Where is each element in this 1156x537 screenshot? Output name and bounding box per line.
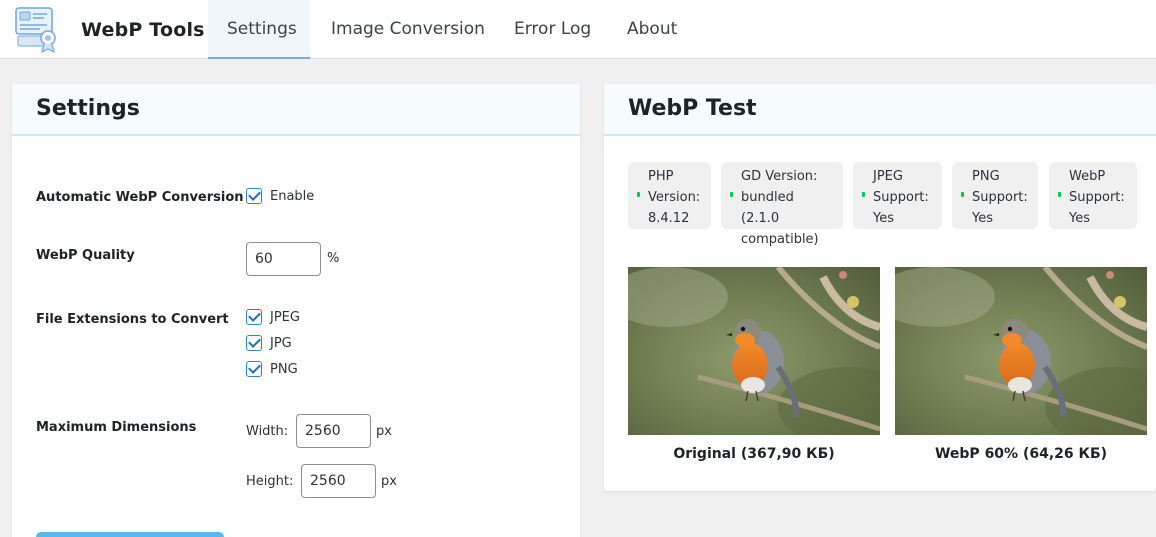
chip-line: 8.4.12 xyxy=(648,211,690,226)
max-width-input[interactable]: 2560 xyxy=(296,414,371,448)
checkbox-label: PNG xyxy=(270,361,298,377)
height-unit: px xyxy=(381,474,397,489)
checkbox-label: JPG xyxy=(270,335,292,351)
settings-panel-title: Settings xyxy=(12,84,580,136)
checkbox-checked-icon[interactable] xyxy=(246,335,262,351)
original-image xyxy=(628,267,880,435)
tab-about[interactable]: About xyxy=(608,0,696,59)
original-image-caption: Original (367,90 КБ) xyxy=(673,446,835,462)
chip-line: GD Version: xyxy=(741,169,818,184)
webp-image-caption: WebP 60% (64,26 КБ) xyxy=(934,446,1108,462)
auto-conversion-label: Automatic WebP Conversion xyxy=(36,190,244,205)
width-label: Width: xyxy=(246,424,289,439)
webp-test-panel: WebP Test PHP Version: 8.4.12 GD Version… xyxy=(604,84,1156,491)
brand-title: WebP Tools xyxy=(81,19,205,41)
tab-image-conversion[interactable]: Image Conversion xyxy=(312,0,504,59)
webp-quality-label: WebP Quality xyxy=(36,248,135,263)
chip-line: bundled (2.1.0 xyxy=(741,190,794,226)
status-dot-icon xyxy=(637,192,640,197)
chip-line: Support: xyxy=(873,190,929,205)
chip-line: Version: xyxy=(648,190,701,205)
chip-line: WebP xyxy=(1069,169,1106,184)
save-settings-button[interactable] xyxy=(36,532,224,537)
gd-version-chip: GD Version: bundled (2.1.0 compatible) xyxy=(721,162,843,247)
width-unit: px xyxy=(376,424,392,439)
chip-line: compatible) xyxy=(741,232,819,247)
extension-png-checkbox[interactable]: PNG xyxy=(246,359,298,379)
tab-label: Error Log xyxy=(514,19,592,39)
jpeg-support-chip: JPEG Support: Yes xyxy=(853,162,942,229)
checkbox-checked-icon[interactable] xyxy=(246,309,262,325)
extension-jpeg-checkbox[interactable]: JPEG xyxy=(246,307,300,327)
webp-tools-logo-icon xyxy=(12,4,64,54)
chip-line: Support: xyxy=(1069,190,1125,205)
status-dot-icon xyxy=(730,192,733,197)
max-height-input[interactable]: 2560 xyxy=(301,464,376,498)
chip-line: PNG xyxy=(972,169,1000,184)
tab-settings[interactable]: Settings xyxy=(208,0,310,59)
tab-label: About xyxy=(627,19,678,39)
webp-quality-input[interactable]: 60 xyxy=(246,242,321,276)
height-label: Height: xyxy=(246,474,294,489)
checkbox-checked-icon[interactable] xyxy=(246,188,262,204)
top-navigation-bar: WebP Tools Settings Image Conversion Err… xyxy=(0,0,1156,59)
chip-line: Yes xyxy=(972,211,993,226)
status-dot-icon xyxy=(862,192,865,197)
file-extensions-label: File Extensions to Convert xyxy=(36,312,229,327)
webp-support-chip: WebP Support: Yes xyxy=(1049,162,1137,229)
webp-image xyxy=(895,267,1147,435)
tab-label: Settings xyxy=(227,19,297,39)
settings-panel: Settings Automatic WebP Conversion Enabl… xyxy=(12,84,580,537)
status-dot-icon xyxy=(961,192,964,197)
checkbox-checked-icon[interactable] xyxy=(246,361,262,377)
webp-test-panel-title: WebP Test xyxy=(604,84,1156,136)
tab-error-log[interactable]: Error Log xyxy=(495,0,610,59)
php-version-chip: PHP Version: 8.4.12 xyxy=(628,162,711,229)
png-support-chip: PNG Support: Yes xyxy=(952,162,1038,229)
max-dimensions-label: Maximum Dimensions xyxy=(36,420,197,435)
chip-line: Yes xyxy=(1069,211,1090,226)
quality-unit: % xyxy=(327,251,340,266)
checkbox-label: JPEG xyxy=(270,309,300,325)
checkbox-label: Enable xyxy=(270,188,315,204)
enable-auto-conversion-checkbox[interactable]: Enable xyxy=(246,186,314,206)
chip-line: PHP xyxy=(648,169,674,184)
chip-line: Support: xyxy=(972,190,1028,205)
tab-label: Image Conversion xyxy=(331,19,485,39)
chip-line: Yes xyxy=(873,211,894,226)
status-dot-icon xyxy=(1058,192,1061,197)
extension-jpg-checkbox[interactable]: JPG xyxy=(246,333,292,353)
chip-line: JPEG xyxy=(873,169,903,184)
